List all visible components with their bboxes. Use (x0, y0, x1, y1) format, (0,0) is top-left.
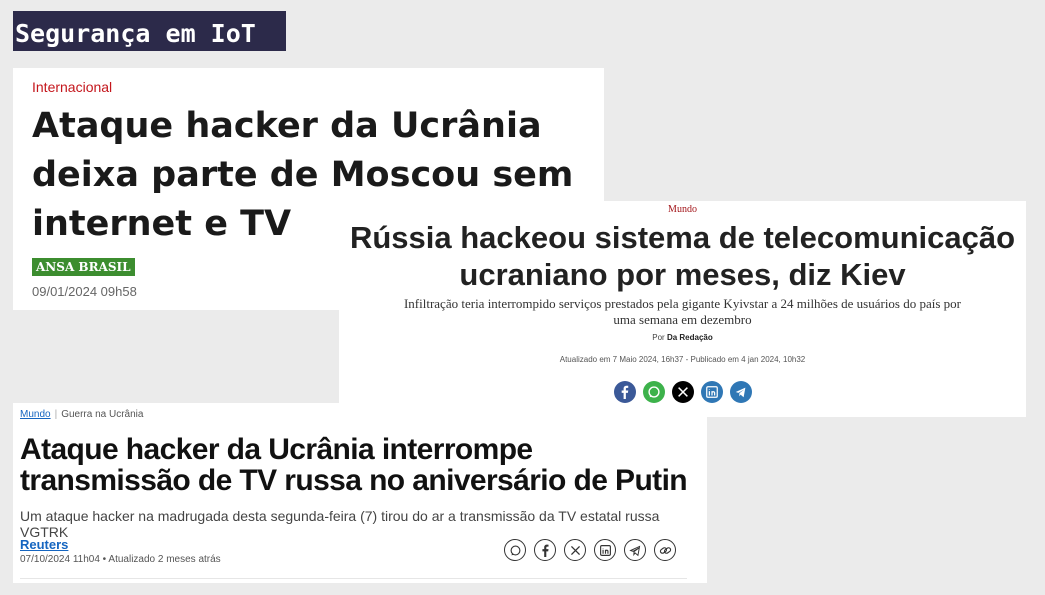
subtitle: Um ataque hacker na madrugada desta segu… (20, 508, 660, 540)
facebook-icon[interactable] (534, 539, 556, 561)
linkedin-icon[interactable] (700, 381, 723, 403)
article-dates: Atualizado em 7 Maio 2024, 16h37 - Publi… (559, 355, 806, 364)
slide-title: Segurança em IoT (13, 11, 286, 51)
byline-prefix: Por (652, 333, 665, 342)
facebook-icon[interactable] (613, 381, 636, 403)
telegram-icon[interactable] (729, 381, 752, 403)
share-bar (339, 381, 1026, 403)
news-card-g1: Mundo | Guerra na Ucrânia Ataque hacker da… (13, 403, 707, 583)
publish-date: 09/01/2024 09h58 (32, 284, 137, 299)
divider (20, 578, 687, 579)
source-link[interactable]: Reuters (20, 537, 68, 552)
news-card-veja: Mundo Rússia hackeou sistema de telecomu… (339, 201, 1026, 417)
byline: Por Da Redação (339, 333, 1026, 342)
x-icon[interactable] (671, 381, 694, 403)
breadcrumb-separator: | (54, 409, 58, 420)
subtitle: Infiltração teria interrompido serviços … (403, 296, 962, 327)
breadcrumb-section[interactable]: Mundo (20, 409, 51, 420)
article-meta: 07/10/2024 11h04 • Atualizado 2 meses at… (20, 554, 221, 565)
telegram-icon[interactable] (624, 539, 646, 561)
breadcrumb-topic[interactable]: Guerra na Ucrânia (61, 409, 143, 420)
agency-logo: ANSA BRASIL (32, 258, 135, 276)
whatsapp-icon[interactable] (504, 539, 526, 561)
breadcrumb: Mundo | Guerra na Ucrânia (20, 409, 143, 420)
section-label[interactable]: Mundo (339, 204, 1026, 215)
x-icon[interactable] (564, 539, 586, 561)
link-icon[interactable] (654, 539, 676, 561)
section-label[interactable]: Internacional (32, 79, 112, 95)
headline[interactable]: Rússia hackeou sistema de telecomunicaçã… (339, 219, 1026, 293)
share-bar (504, 539, 676, 561)
linkedin-icon[interactable] (594, 539, 616, 561)
whatsapp-icon[interactable] (642, 381, 665, 403)
headline[interactable]: Ataque hacker da Ucrânia interrompe tran… (20, 434, 700, 496)
byline-author[interactable]: Da Redação (667, 333, 713, 342)
